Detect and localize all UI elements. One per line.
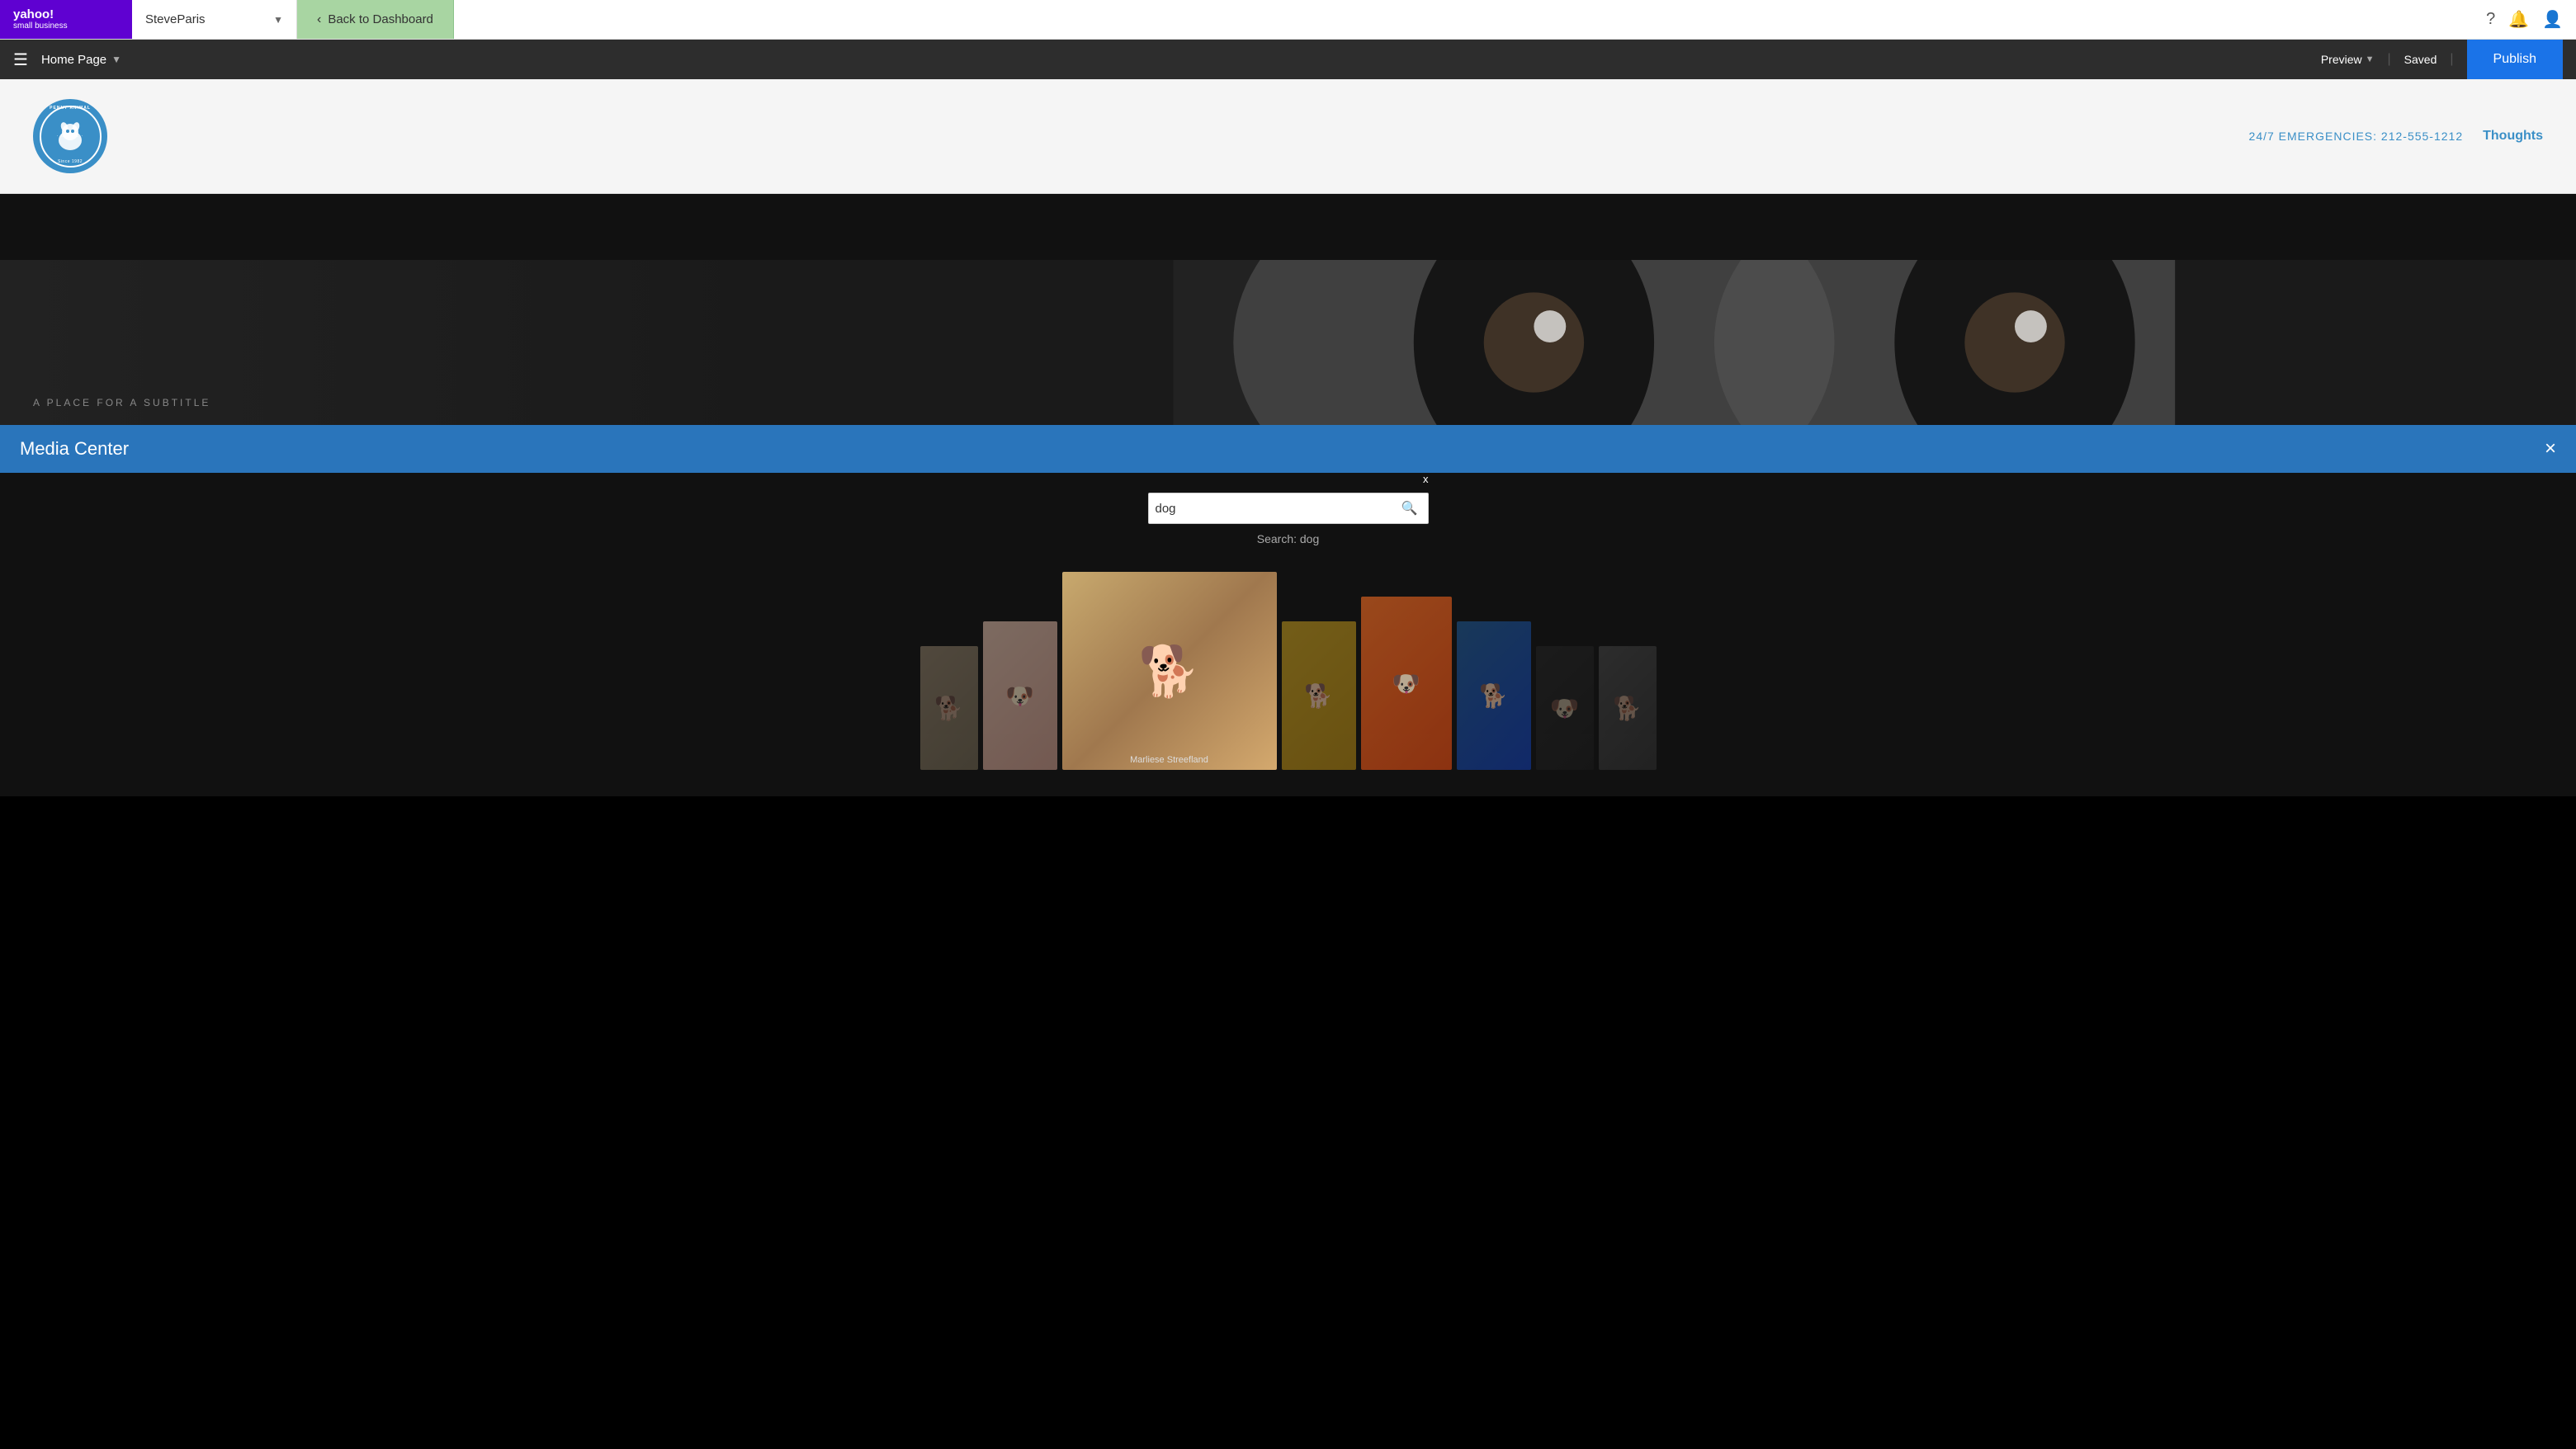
secondary-nav: ☰ Home Page ▼ Preview ▼ | Saved | Publis… — [0, 40, 2576, 79]
nav-right: Preview ▼ | Saved | Publish — [2321, 40, 2563, 79]
hamburger-icon[interactable]: ☰ — [13, 50, 28, 70]
preview-button[interactable]: Preview ▼ — [2321, 53, 2375, 66]
logo-text-top: PENNY ANIMAL — [35, 106, 105, 111]
notification-icon[interactable]: 🔔 — [2508, 9, 2529, 30]
nav-divider: | — [2388, 52, 2391, 67]
carousel-image-right-medium: 🐶 — [1361, 597, 1452, 770]
yahoo-logo-text: yahoo! — [13, 8, 68, 22]
nav-divider-2: | — [2450, 52, 2453, 67]
media-center-close-button[interactable]: × — [2545, 439, 2556, 459]
carousel-item-far-left[interactable]: 🐕 — [920, 646, 978, 770]
emergency-text: 24/7 EMERGENCIES: 212-555-1212 — [2249, 130, 2464, 143]
website-container: PENNY ANIMAL · CLINIC · Since 1982 24/7 … — [0, 79, 2576, 796]
carousel-image-right-dark: 🐶 — [1536, 646, 1594, 770]
yahoo-logo: yahoo! small business — [0, 0, 132, 39]
search-bar-container: 🔍 — [1148, 493, 1429, 524]
top-bar-icons: ? 🔔 👤 — [2473, 9, 2576, 30]
small-x-button[interactable]: x — [1423, 473, 1429, 485]
dog-hero-image — [773, 260, 2576, 425]
hero-dark-strip — [0, 194, 2576, 260]
media-center-header: Media Center × — [0, 425, 2576, 473]
carousel-image-far-right: 🐕 — [1599, 646, 1657, 770]
carousel-item-right-blue[interactable]: 🐕 — [1457, 621, 1531, 770]
carousel-item-far-right[interactable]: 🐕 — [1599, 646, 1657, 770]
logo-text-since: Since 1982 — [58, 159, 83, 164]
carousel-item-right-dark[interactable]: 🐶 — [1536, 646, 1594, 770]
hero-subtitle: A PLACE FOR A SUBTITLE — [33, 397, 210, 408]
search-input[interactable] — [1156, 502, 1398, 516]
publish-button[interactable]: Publish — [2467, 40, 2563, 79]
site-header: PENNY ANIMAL · CLINIC · Since 1982 24/7 … — [0, 79, 2576, 194]
saved-label: Saved — [2404, 53, 2437, 66]
preview-label: Preview — [2321, 53, 2362, 66]
chevron-down-icon: ▼ — [273, 14, 283, 26]
thoughts-link[interactable]: Thoughts — [2483, 129, 2543, 144]
yahoo-logo-sub: small business — [13, 21, 68, 31]
back-to-dashboard-label: Back to Dashboard — [328, 12, 433, 26]
preview-chevron-icon: ▼ — [2366, 54, 2375, 64]
back-to-dashboard-link[interactable]: ‹ Back to Dashboard — [297, 0, 454, 39]
carousel-image-center: 🐕 — [1062, 572, 1277, 770]
media-center-overlay: Media Center × 🔍 x Search: dog 🐕 🐶 — [0, 425, 2576, 796]
header-right: 24/7 EMERGENCIES: 212-555-1212 Thoughts — [2249, 129, 2543, 144]
carousel-item-left[interactable]: 🐶 — [983, 621, 1057, 770]
search-label: Search: dog — [1257, 532, 1320, 545]
carousel-image-right-blue: 🐕 — [1457, 621, 1531, 770]
carousel-image-far-left: 🐕 — [920, 646, 978, 770]
account-selector[interactable]: SteveParis ▼ — [132, 0, 297, 39]
page-title-button[interactable]: Home Page ▼ — [41, 53, 121, 67]
media-center-title: Media Center — [20, 438, 129, 460]
search-button[interactable]: 🔍 — [1398, 497, 1421, 520]
dog-eyes-background — [0, 260, 2576, 425]
site-logo: PENNY ANIMAL · CLINIC · Since 1982 — [33, 99, 107, 173]
page-title-label: Home Page — [41, 53, 106, 67]
media-search-area: 🔍 x Search: dog — [0, 473, 2576, 565]
help-icon[interactable]: ? — [2486, 10, 2495, 29]
carousel-image-left: 🐶 — [983, 621, 1057, 770]
carousel-item-right-medium[interactable]: 🐶 — [1361, 597, 1452, 770]
user-icon[interactable]: 👤 — [2542, 9, 2563, 30]
carousel-item-right[interactable]: 🐕 — [1282, 621, 1356, 770]
page-title-chevron-icon: ▼ — [111, 54, 121, 65]
hero-image-section: A PLACE FOR A SUBTITLE — [0, 260, 2576, 425]
account-name: SteveParis — [145, 12, 267, 26]
photo-credit: Marliese Streefland — [1062, 755, 1277, 765]
search-bar-wrapper: 🔍 x — [1148, 493, 1429, 524]
top-bar: yahoo! small business SteveParis ▼ ‹ Bac… — [0, 0, 2576, 40]
carousel-item-center[interactable]: 🐕 Marliese Streefland — [1062, 572, 1277, 770]
logo-text-clinic: · CLINIC · — [57, 134, 84, 139]
back-arrow-icon: ‹ — [317, 12, 321, 27]
carousel-image-right: 🐕 — [1282, 621, 1356, 770]
image-carousel: 🐕 🐶 🐕 Marliese Streefland 🐕 🐶 🐕 — [0, 565, 2576, 796]
